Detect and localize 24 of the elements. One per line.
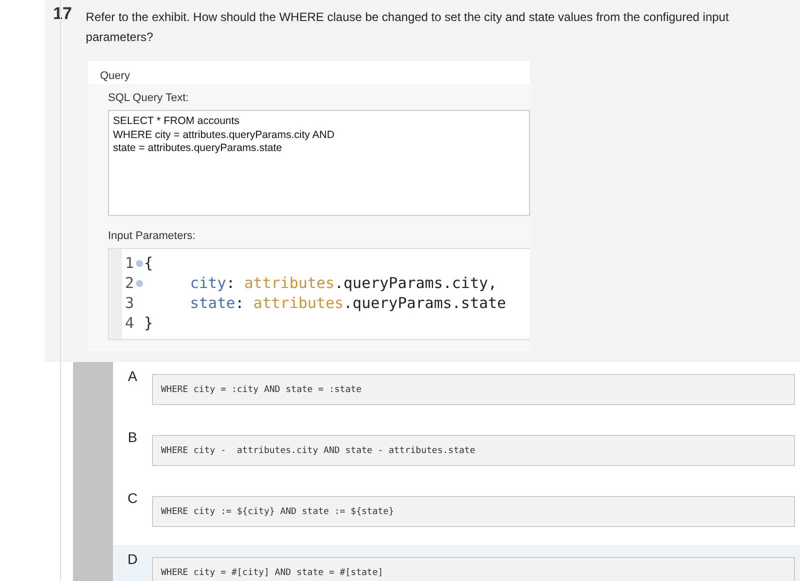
- line-number: 1: [124, 254, 134, 272]
- fold-marker-icon[interactable]: [136, 260, 142, 266]
- question-number: 17: [53, 4, 73, 25]
- code-line: }: [144, 314, 154, 332]
- answer-option[interactable]: WHERE city = #[city] AND state = #[state]: [152, 557, 795, 581]
- answer-option[interactable]: WHERE city := ${city} AND state := ${state}: [152, 496, 795, 527]
- answer-option[interactable]: WHERE city - attributes.city AND state - attributes.state: [152, 435, 795, 466]
- question-text: Refer to the exhibit. How should the WHERE clause be changed to set the city and state values from the configured input parameters?: [86, 9, 730, 46]
- option-letter: C: [126, 490, 139, 508]
- code-line: state: attributes.queryParams.state: [189, 294, 506, 312]
- exhibit-title: Query: [88, 61, 530, 84]
- line-number: 2: [124, 274, 134, 292]
- option-letter: D: [126, 551, 139, 569]
- sql-text-area: SELECT * FROM accounts WHERE city = attributes.queryParams.city AND state = attributes.queryParams.state: [108, 110, 530, 216]
- fold-marker-icon[interactable]: [136, 280, 142, 286]
- line-number: 3: [124, 294, 134, 312]
- code-line: {: [144, 254, 154, 272]
- field-label: SQL Query Text:: [108, 92, 190, 104]
- field-label: Input Parameters:: [108, 230, 196, 242]
- option-letter: A: [126, 368, 138, 386]
- option-letter: B: [126, 429, 138, 447]
- answer-option[interactable]: WHERE city = :city AND state = :state: [152, 374, 795, 405]
- code-line: city: attributes.queryParams.city,: [189, 274, 498, 292]
- line-number: 4: [124, 314, 134, 332]
